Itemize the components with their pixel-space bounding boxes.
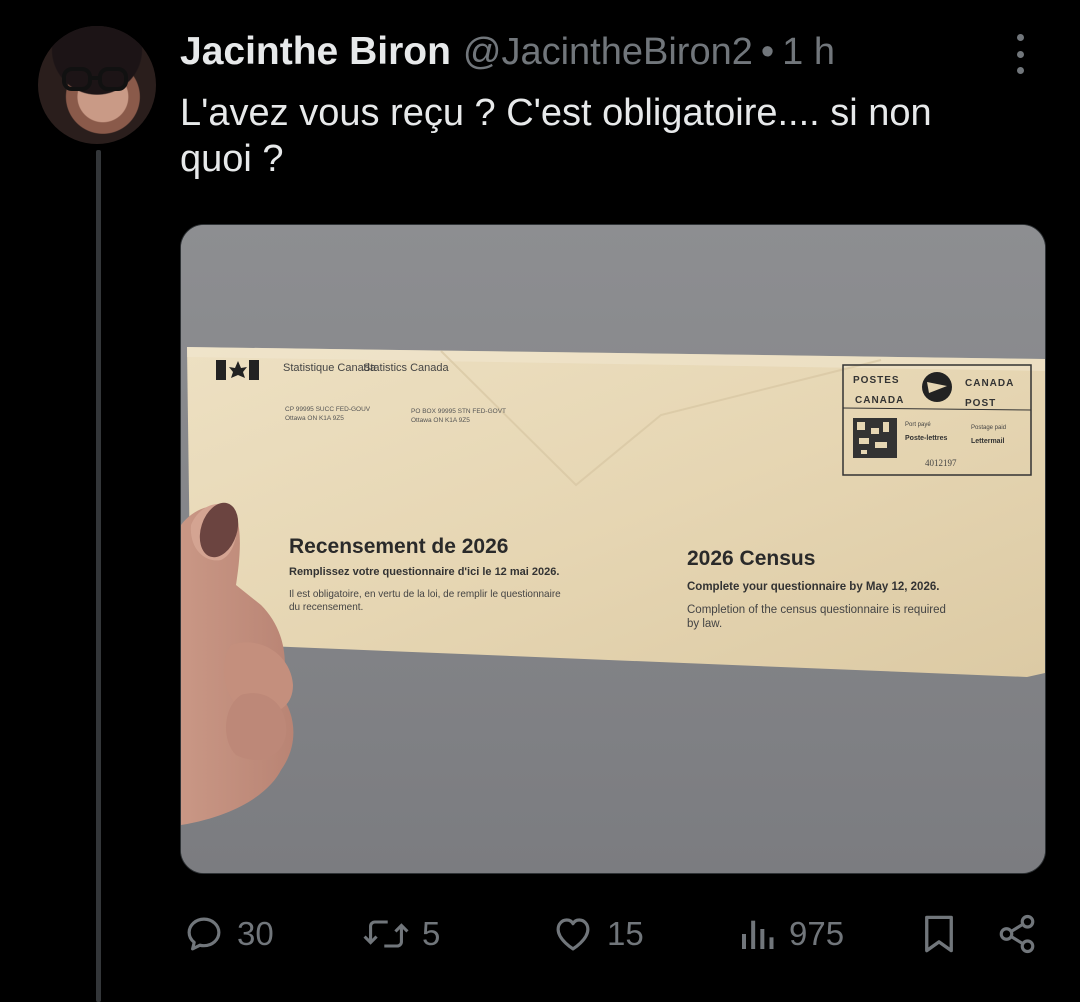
reply-button[interactable]: 30 <box>183 912 274 956</box>
address-fr-line2: Ottawa ON K1A 9Z5 <box>285 415 344 422</box>
postage-paid: Postage paid <box>971 425 1006 431</box>
view-count: 975 <box>789 915 845 952</box>
more-dot <box>1016 67 1024 74</box>
postage-poste-lettres: Poste-lettres <box>905 435 948 442</box>
separator: • <box>760 31 775 73</box>
tweet-photo[interactable]: Statistique Canada Statistics Canada CP … <box>180 224 1046 874</box>
postage-port-paye: Port payé <box>905 422 931 428</box>
repost-button[interactable]: 5 <box>362 912 440 956</box>
thread-line <box>96 150 101 1002</box>
analytics-icon <box>742 920 774 949</box>
reply-icon <box>187 917 221 951</box>
avatar[interactable] <box>38 26 156 144</box>
heart-icon <box>556 918 590 951</box>
census-title-fr: Recensement de 2026 <box>289 535 508 558</box>
repost-count: 5 <box>422 915 441 952</box>
share-icon <box>999 914 1035 954</box>
share-button[interactable] <box>996 912 1038 956</box>
author-name[interactable]: Jacinthe Biron <box>180 30 451 74</box>
tweet-header: Jacinthe Biron @JacintheBiron2 • 1 h <box>180 30 835 80</box>
bookmark-button[interactable] <box>921 912 957 956</box>
census-title-en: 2026 Census <box>687 547 815 570</box>
address-fr-line1: CP 99995 SUCC FED-GOUV <box>285 406 371 413</box>
avatar-glasses <box>62 67 128 91</box>
tweet-text: L'avez vous reçu ? C'est obligatoire....… <box>180 92 932 180</box>
census-deadline-en: Complete your questionnaire by May 12, 2… <box>687 581 939 593</box>
postage-canada-left: CANADA <box>855 395 904 406</box>
address-en-line1: PO BOX 99995 STN FED-GOVT <box>411 408 506 415</box>
postage-post: POST <box>965 398 996 409</box>
postage-number: 4012197 <box>925 458 957 468</box>
sender-en: Statistics Canada <box>363 362 449 374</box>
photo-content: Statistique Canada Statistics Canada CP … <box>181 225 1045 873</box>
like-count: 15 <box>607 915 644 952</box>
repost-icon <box>363 920 409 948</box>
like-button[interactable]: 15 <box>551 912 644 956</box>
more-dot <box>1016 50 1024 58</box>
views-button[interactable]: 975 <box>737 912 844 956</box>
postage-postes: POSTES <box>853 375 900 386</box>
author-handle[interactable]: @JacintheBiron2 <box>463 31 753 74</box>
postage-canada-right: CANADA <box>965 378 1014 389</box>
address-en-line2: Ottawa ON K1A 9Z5 <box>411 417 470 424</box>
tweet-time[interactable]: 1 h <box>782 31 835 74</box>
reply-count: 30 <box>237 915 274 952</box>
census-deadline-fr: Remplissez votre questionnaire d'ici le … <box>289 566 559 578</box>
bookmark-icon <box>925 915 953 953</box>
postage-lettermail: Lettermail <box>971 438 1005 445</box>
more-options-icon[interactable] <box>1010 34 1030 74</box>
more-dot <box>1016 34 1024 41</box>
